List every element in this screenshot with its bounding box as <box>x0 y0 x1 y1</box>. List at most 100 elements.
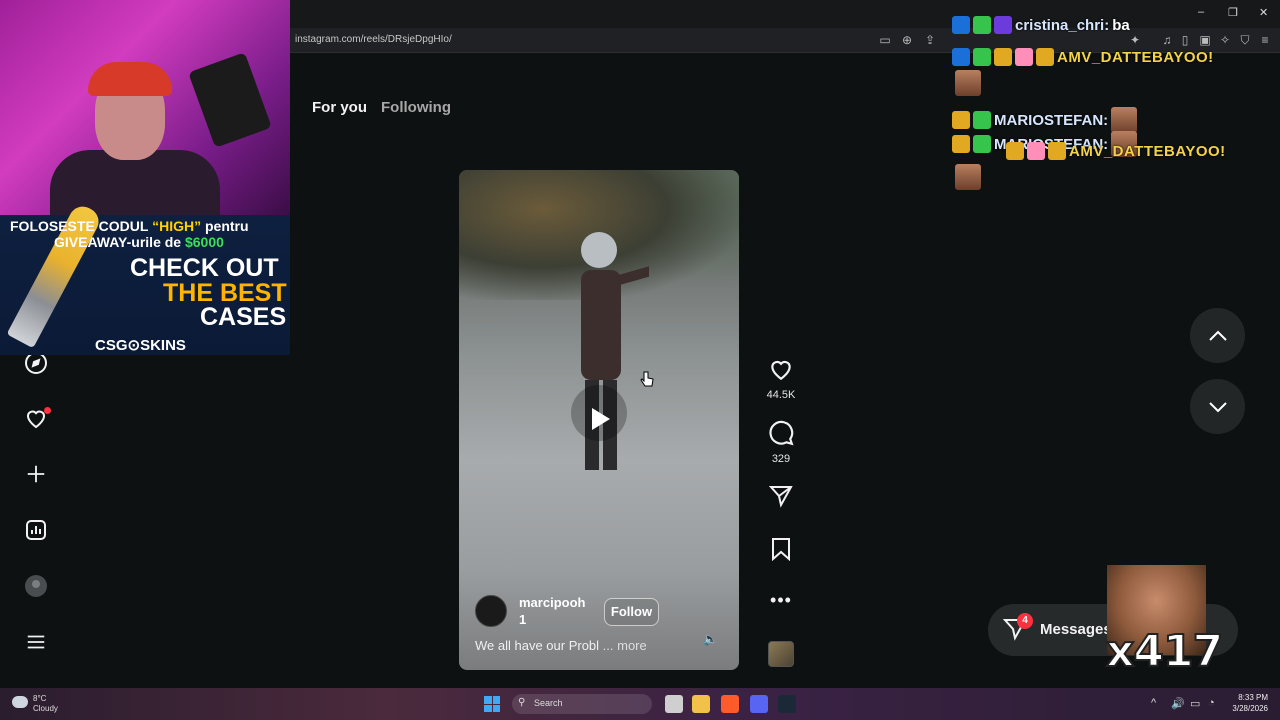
heart-icon[interactable] <box>768 356 794 382</box>
menu-icon[interactable]: ≡ <box>1258 33 1272 47</box>
start-windows-icon[interactable] <box>484 696 500 712</box>
browser-tab-strip <box>290 0 1280 28</box>
ad-promo-line1: FOLOSESTE CODUL “HIGH” pentru <box>10 218 249 234</box>
profile-avatar-icon[interactable] <box>22 572 50 600</box>
gift-badge-icon <box>973 135 991 153</box>
author-username-line1[interactable]: marcipooh <box>519 594 599 611</box>
crown-badge-icon <box>952 111 970 129</box>
share-icon[interactable]: ⇪ <box>923 33 937 47</box>
brave-browser-icon[interactable] <box>721 695 739 713</box>
ad-promo-code: “HIGH” <box>152 218 202 234</box>
ad-promo-line1-a: FOLOSESTE CODUL <box>10 218 153 234</box>
emote-icon <box>1036 48 1054 66</box>
bookmark-icon[interactable] <box>770 537 792 562</box>
bits-badge-icon <box>973 16 991 34</box>
leo-icon[interactable]: ✧ <box>1218 33 1232 47</box>
discord-icon[interactable] <box>750 695 768 713</box>
close-button[interactable]: ✕ <box>1259 6 1268 19</box>
clock-date: 3/28/2026 <box>1232 704 1268 713</box>
crown-badge-icon <box>952 135 970 153</box>
moderator-badge-icon <box>952 16 970 34</box>
maximize-button[interactable]: ❐ <box>1228 6 1238 19</box>
ad-promo-line2-a: GIVEAWAY-urile de <box>54 234 185 250</box>
like-count: 44.5K <box>766 389 796 401</box>
video-subject <box>581 232 649 470</box>
chat-message: AMV_DATTEBAYOO! <box>1006 142 1226 160</box>
next-reel-button[interactable] <box>1190 379 1245 434</box>
more-options-icon[interactable]: ••• <box>763 590 799 611</box>
laughing-emote-icon <box>955 70 981 96</box>
ad-check-out: CHECK OUT <box>130 254 279 282</box>
chat-text: AMV_DATTEBAYOO! <box>1057 48 1214 66</box>
wallet-icon[interactable]: ▣ <box>1198 33 1212 47</box>
extensions-icon[interactable]: ✦ <box>1128 33 1142 47</box>
caption-text: We all have our Probl <box>475 638 600 653</box>
play-icon[interactable] <box>592 408 610 430</box>
comment-action[interactable]: 329 <box>763 420 799 465</box>
volume-tray-icon[interactable]: 🔊 <box>1171 697 1185 710</box>
dashboard-icon[interactable] <box>22 516 50 544</box>
wifi-tray-icon[interactable]: ◔ <box>1208 697 1215 709</box>
laughing-emote-icon <box>1111 107 1138 133</box>
minimize-button[interactable]: – <box>1198 6 1204 18</box>
author-username-line2[interactable]: 1 <box>519 611 599 628</box>
laughing-emote-icon <box>955 164 981 190</box>
tab-following[interactable]: Following <box>381 99 451 116</box>
hand-cursor-icon <box>640 371 654 387</box>
vpn-icon[interactable]: ⛉ <box>1238 33 1252 47</box>
save-action[interactable] <box>763 537 799 566</box>
chat-username: cristina_chri: <box>1015 16 1110 34</box>
share-action[interactable] <box>763 484 799 513</box>
send-icon[interactable] <box>768 484 793 508</box>
ad-cases: CASES <box>200 303 287 331</box>
comment-icon[interactable] <box>768 420 794 446</box>
microphone <box>188 52 272 148</box>
search-icon: ⚲ <box>518 697 526 708</box>
cast-icon[interactable]: ▭ <box>878 33 892 47</box>
clock-time: 8:33 PM <box>1238 693 1268 702</box>
chat-message: cristina_chri: ba <box>952 16 1130 34</box>
ad-promo-line1-c: pentru <box>201 218 249 234</box>
reel-caption: We all have our Probl ... more <box>475 638 647 653</box>
weather-temp: 8°C <box>33 694 47 703</box>
url-text[interactable]: instagram.com/reels/DRsjeDpgHIo/ <box>295 34 452 45</box>
playlist-icon[interactable]: ♫ <box>1160 33 1174 47</box>
caption-more-link[interactable]: ... more <box>603 638 647 653</box>
like-action[interactable]: 44.5K <box>763 356 799 401</box>
ad-the-best: THE BEST <box>163 279 287 307</box>
taskbar-search[interactable]: Search <box>512 694 652 714</box>
follow-button[interactable]: Follow <box>604 598 659 626</box>
sidebar-icon[interactable]: ▯ <box>1178 33 1192 47</box>
tray-overflow-icon[interactable]: ^ <box>1151 697 1156 709</box>
author-username[interactable]: marcipooh 1 <box>519 594 599 628</box>
author-avatar[interactable] <box>475 595 507 627</box>
chevron-down-icon <box>1208 401 1227 412</box>
steam-icon[interactable] <box>778 695 796 713</box>
file-explorer-icon[interactable] <box>692 695 710 713</box>
volume-icon[interactable]: 🔈 <box>703 632 718 646</box>
weather-widget[interactable]: 8°C Cloudy <box>33 694 58 714</box>
chat-text: ba <box>1112 16 1130 34</box>
task-view-icon[interactable] <box>665 695 683 713</box>
crown-badge-icon <box>1006 142 1024 160</box>
gift-badge-icon <box>1015 48 1033 66</box>
comment-count: 329 <box>771 453 791 465</box>
cloud-icon <box>12 696 28 708</box>
chat-username: MARIOSTEFAN: <box>994 111 1109 129</box>
tab-for-you[interactable]: For you <box>312 99 367 116</box>
weather-condition: Cloudy <box>33 704 58 713</box>
audio-thumbnail[interactable] <box>768 641 794 667</box>
zoom-icon[interactable]: ⊕ <box>900 33 914 47</box>
bits-badge-icon <box>973 48 991 66</box>
gift-badge-icon <box>1027 142 1045 160</box>
display-tray-icon[interactable]: ▭ <box>1190 697 1200 710</box>
messages-label[interactable]: Messages <box>1040 621 1112 638</box>
taskbar-clock[interactable]: 8:33 PM 3/28/2026 <box>1228 692 1268 714</box>
create-plus-icon[interactable] <box>22 460 50 488</box>
streamer-cap <box>88 62 172 96</box>
subscriber-badge-icon <box>994 16 1012 34</box>
more-menu-icon[interactable] <box>22 628 50 656</box>
webcam-overlay <box>0 0 290 215</box>
reel-video[interactable]: marcipooh 1 Follow We all have our Probl… <box>459 170 739 670</box>
previous-reel-button[interactable] <box>1190 308 1245 363</box>
